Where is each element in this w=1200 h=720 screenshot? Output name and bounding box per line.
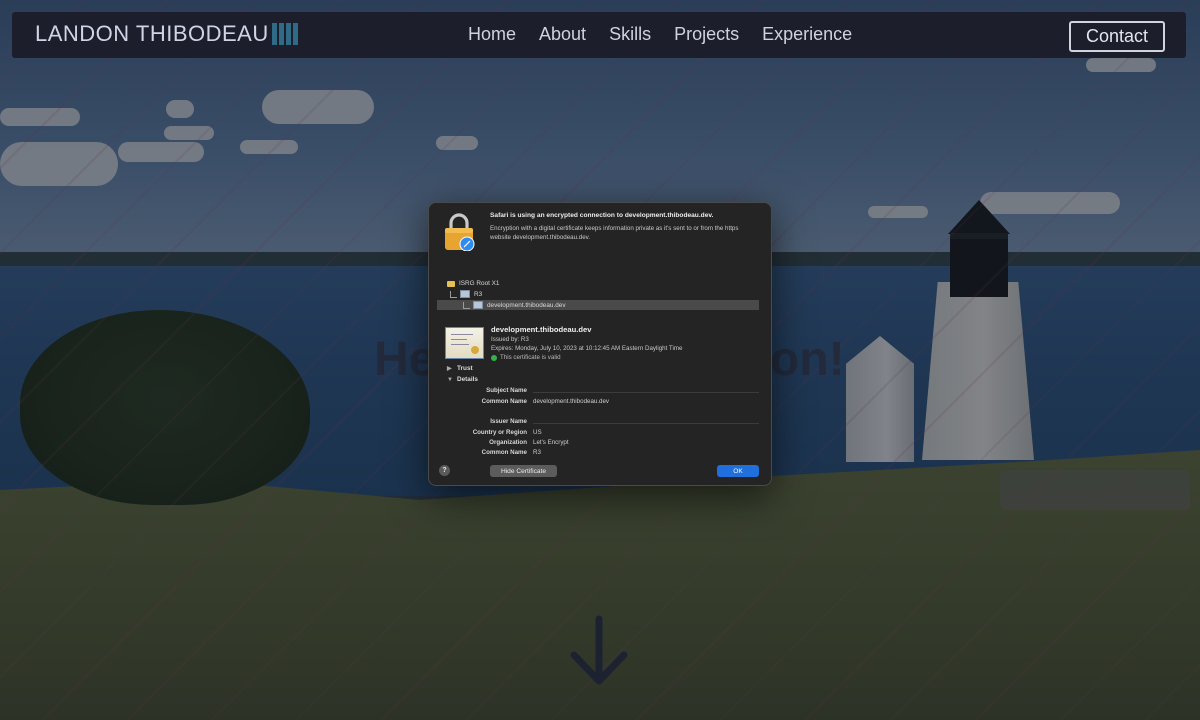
chain-leaf-label: development.thibodeau.dev — [487, 301, 566, 309]
nav-experience[interactable]: Experience — [762, 24, 852, 45]
issuer-common-name-key: Common Name — [481, 449, 527, 456]
section-divider — [533, 392, 759, 393]
nav-projects[interactable]: Projects — [674, 24, 739, 45]
navbar: LANDON THIBODEAU Home About Skills Proje… — [12, 12, 1186, 58]
tree-connector — [463, 301, 470, 309]
trust-disclosure[interactable]: ▶ Trust — [447, 365, 473, 372]
details-label: Details — [457, 376, 478, 383]
brand-logo[interactable]: LANDON THIBODEAU — [35, 21, 298, 47]
nav-home[interactable]: Home — [468, 24, 516, 45]
ok-button[interactable]: OK — [717, 465, 759, 477]
chevron-down-icon: ▼ — [447, 376, 453, 383]
dialog-title: Safari is using an encrypted connection … — [490, 212, 714, 219]
issuer-organization-key: Organization — [489, 439, 527, 446]
brand-bars-icon — [271, 23, 298, 45]
subject-name-heading: Subject Name — [486, 387, 527, 394]
lock-icon — [445, 213, 475, 251]
chain-intermediate-label: R3 — [474, 290, 483, 298]
chain-intermediate-item[interactable]: R3 — [450, 290, 482, 298]
hero-heading-right: on! — [770, 333, 845, 386]
tree-connector — [450, 290, 457, 298]
certificate-folder-icon — [447, 280, 455, 287]
nav-about[interactable]: About — [539, 24, 586, 45]
issuer-organization-value: Let's Encrypt — [533, 439, 569, 446]
brand-name: LANDON THIBODEAU — [35, 21, 269, 46]
chain-leaf-item[interactable]: development.thibodeau.dev — [463, 301, 566, 309]
nav-links: Home About Skills Projects Experience — [468, 24, 852, 45]
certificate-status: This certificate is valid — [491, 354, 561, 361]
help-button[interactable]: ? — [439, 465, 450, 476]
check-icon — [491, 354, 497, 361]
issuer-country-key: Country or Region — [472, 429, 527, 436]
section-divider — [533, 423, 759, 424]
chevron-right-icon: ▶ — [447, 366, 452, 372]
certificate-dialog: Safari is using an encrypted connection … — [428, 202, 772, 486]
issuer-country-value: US — [533, 429, 542, 436]
subject-common-name-value: development.thibodeau.dev — [533, 398, 610, 405]
certificate-common-name: development.thibodeau.dev — [491, 325, 592, 334]
certificate-status-text: This certificate is valid — [500, 354, 561, 361]
details-disclosure[interactable]: ▼ Details — [447, 376, 478, 383]
contact-button[interactable]: Contact — [1069, 21, 1165, 52]
certificate-issuer: Issued by: R3 — [491, 336, 529, 343]
certificate-icon — [460, 290, 470, 298]
issuer-name-heading: Issuer Name — [490, 418, 527, 425]
chain-root-item[interactable]: ISRG Root X1 — [447, 280, 500, 287]
trust-label: Trust — [457, 365, 473, 372]
hide-certificate-button[interactable]: Hide Certificate — [490, 465, 557, 477]
dialog-description: Encryption with a digital certificate ke… — [490, 225, 739, 241]
certificate-icon — [473, 301, 483, 309]
chain-root-label: ISRG Root X1 — [459, 280, 500, 287]
nav-skills[interactable]: Skills — [609, 24, 651, 45]
subject-common-name-key: Common Name — [481, 398, 527, 405]
certificate-expiry: Expires: Monday, July 10, 2023 at 10:12:… — [491, 345, 683, 352]
issuer-common-name-value: R3 — [533, 449, 541, 456]
arrow-down-icon[interactable] — [568, 615, 630, 687]
certificate-thumbnail-icon — [445, 327, 484, 359]
hero-heading-left: He — [374, 333, 436, 386]
